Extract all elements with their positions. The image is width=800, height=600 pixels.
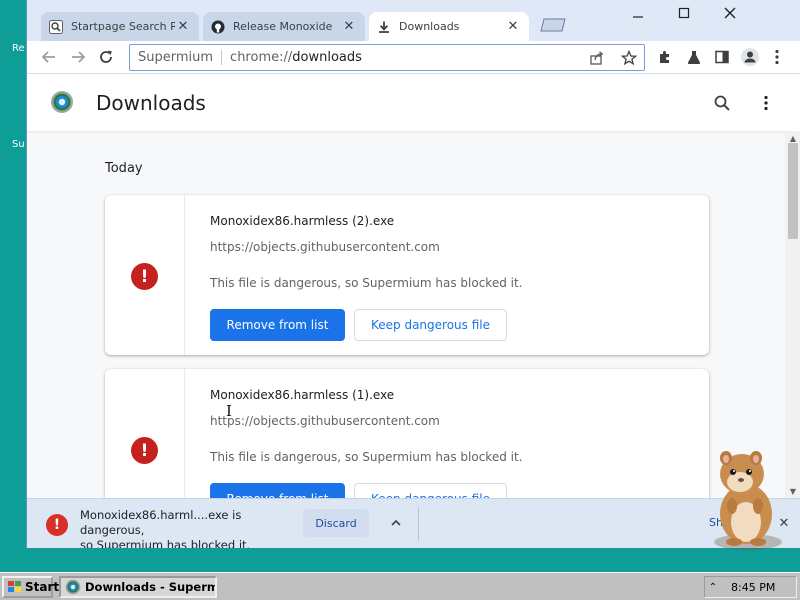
shelf-text-line2: so Supermium has blocked it. [80,538,251,548]
shelf-text-line1: Monoxidex86.harml....exe is dangerous, [80,508,242,537]
tab-title: Downloads [399,20,460,33]
omnibox-separator [221,50,223,65]
tab-startpage[interactable]: Startpage Search Results ✕ [41,12,199,41]
profile-avatar-icon[interactable] [738,45,762,69]
system-tray: ⌃ 8:45 PM [704,576,797,598]
tab-downloads[interactable]: Downloads ✕ [369,12,529,41]
remove-from-list-button[interactable]: Remove from list [210,483,345,498]
start-button[interactable]: Start [2,576,59,598]
address-bar[interactable]: Supermium chrome://downloads [129,44,645,71]
danger-warning-icon: ! [131,263,158,290]
github-icon [211,20,225,34]
supermium-logo-icon [50,90,74,114]
back-arrow-icon[interactable] [37,45,61,69]
download-item-icon-column: ! [105,369,185,498]
new-tab-icon[interactable] [539,16,567,34]
labs-flask-icon[interactable] [682,45,706,69]
download-item-icon-column: ! [105,195,185,355]
close-window-icon[interactable] [707,0,753,26]
tray-expand-icon[interactable]: ⌃ [705,582,721,593]
side-panel-icon[interactable] [710,45,734,69]
taskbar-clock[interactable]: 8:45 PM [731,581,775,594]
download-filename[interactable]: Monoxidex86.harmless (1).exe [210,388,394,402]
search-icon[interactable] [710,91,734,115]
taskbar: Start Downloads - Supermi... ⌃ 8:45 PM [0,572,800,600]
forward-arrow-icon[interactable] [66,45,90,69]
keep-dangerous-file-button[interactable]: Keep dangerous file [354,483,507,498]
taskbar-window-button[interactable]: Downloads - Supermi... [59,576,217,598]
remove-from-list-button[interactable]: Remove from list [210,309,345,341]
hamster-mascot[interactable] [696,444,788,552]
tab-title: Release Monoxide [233,20,333,33]
supermium-taskbar-icon [65,579,81,595]
page-title: Downloads [96,91,206,115]
shelf-download-text[interactable]: Monoxidex86.harml....exe is dangerous, s… [80,508,300,548]
scrollbar-thumb[interactable] [788,143,798,239]
share-icon[interactable] [588,49,606,67]
tab-github-release[interactable]: Release Monoxide ✕ [203,12,365,41]
startpage-search-icon [49,19,63,34]
discard-button[interactable]: Discard [303,509,369,537]
windows-logo-icon [7,580,23,594]
desktop-label-supermium[interactable]: Su [12,139,25,150]
tab-close-icon[interactable]: ✕ [505,19,521,35]
download-status-text: This file is dangerous, so Supermium has… [210,276,523,290]
page-scrollbar[interactable]: ▲ ▼ [785,131,800,498]
reload-icon[interactable] [94,45,118,69]
extensions-puzzle-icon[interactable] [653,45,677,69]
minimize-icon[interactable] [615,0,661,26]
more-options-icon[interactable] [754,91,778,115]
download-source-url[interactable]: https://objects.githubusercontent.com [210,240,440,254]
omnibox-url[interactable]: chrome://downloads [230,50,362,65]
taskbar-window-label: Downloads - Supermi... [85,580,215,594]
download-item: ! Monoxidex86.harmless (2).exe https://o… [105,195,709,355]
download-source-url[interactable]: https://objects.githubusercontent.com [210,414,440,428]
download-item: ! Monoxidex86.harmless (1).exe https://o… [105,369,709,498]
shelf-divider [418,507,419,541]
bookmark-star-icon[interactable] [620,49,638,67]
start-label: Start [25,580,60,594]
danger-warning-icon: ! [131,437,158,464]
downloads-page: Downloads Today ! Monoxidex86.harmless (… [27,75,800,498]
keep-dangerous-file-button[interactable]: Keep dangerous file [354,309,507,341]
tab-title: Startpage Search Results [71,20,175,33]
chevron-up-icon[interactable] [385,512,407,534]
download-filename[interactable]: Monoxidex86.harmless (2).exe [210,214,394,228]
tab-close-icon[interactable]: ✕ [175,19,191,35]
text-cursor-icon: I [226,402,232,420]
browser-menu-icon[interactable] [765,45,789,69]
omnibox-origin-chip[interactable]: Supermium [130,50,213,65]
download-icon [377,20,391,34]
omnibox-url-path: downloads [292,50,362,65]
download-shelf: ! Monoxidex86.harml....exe is dangerous,… [27,498,800,548]
shelf-danger-icon: ! [46,514,68,536]
omnibox-url-scheme: chrome:// [230,50,293,65]
download-status-text: This file is dangerous, so Supermium has… [210,450,523,464]
maximize-icon[interactable] [661,0,707,26]
tab-close-icon[interactable]: ✕ [341,19,357,35]
tab-strip: Startpage Search Results ✕ Release Monox… [27,0,800,41]
browser-toolbar: Supermium chrome://downloads [27,41,800,74]
desktop-label-recycle[interactable]: Re [12,43,25,54]
downloads-header: Downloads [27,75,800,131]
browser-window: Startpage Search Results ✕ Release Monox… [26,0,800,548]
date-section-title: Today [105,161,143,176]
